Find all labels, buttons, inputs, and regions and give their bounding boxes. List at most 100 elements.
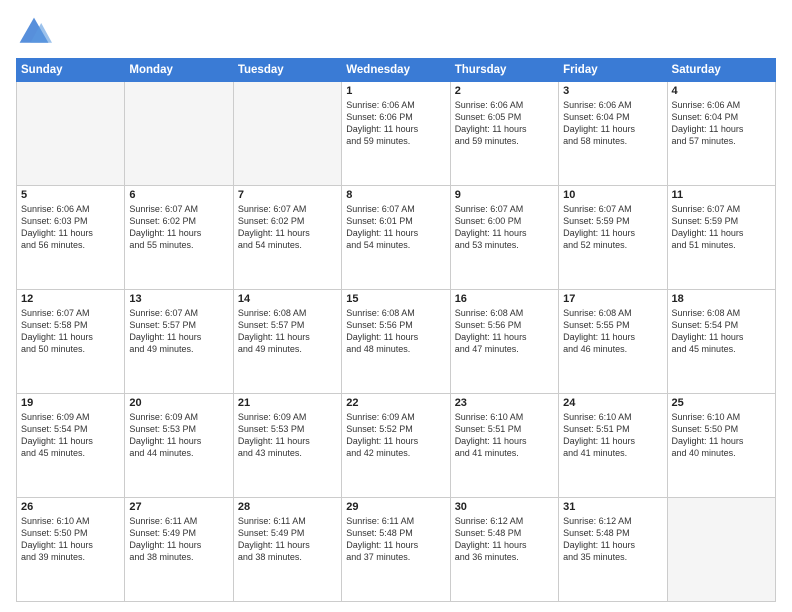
cell-info: Sunrise: 6:06 AM Sunset: 6:06 PM Dayligh… xyxy=(346,99,445,148)
cell-info: Sunrise: 6:06 AM Sunset: 6:03 PM Dayligh… xyxy=(21,203,120,252)
day-number: 16 xyxy=(455,293,554,305)
cell-info: Sunrise: 6:08 AM Sunset: 5:55 PM Dayligh… xyxy=(563,307,662,356)
calendar-cell xyxy=(667,498,775,602)
day-number: 25 xyxy=(672,397,771,409)
cell-info: Sunrise: 6:08 AM Sunset: 5:56 PM Dayligh… xyxy=(455,307,554,356)
cell-info: Sunrise: 6:08 AM Sunset: 5:56 PM Dayligh… xyxy=(346,307,445,356)
calendar-cell: 20 Sunrise: 6:09 AM Sunset: 5:53 PM Dayli… xyxy=(125,394,233,498)
calendar-cell: 10 Sunrise: 6:07 AM Sunset: 5:59 PM Dayli… xyxy=(559,186,667,290)
cell-info: Sunrise: 6:07 AM Sunset: 5:59 PM Dayligh… xyxy=(672,203,771,252)
cell-info: Sunrise: 6:07 AM Sunset: 6:00 PM Dayligh… xyxy=(455,203,554,252)
calendar-table: SundayMondayTuesdayWednesdayThursdayFrid… xyxy=(16,58,776,602)
weekday-header: Monday xyxy=(125,59,233,82)
cell-info: Sunrise: 6:12 AM Sunset: 5:48 PM Dayligh… xyxy=(563,515,662,564)
logo-icon xyxy=(16,14,52,50)
day-number: 11 xyxy=(672,189,771,201)
cell-info: Sunrise: 6:11 AM Sunset: 5:48 PM Dayligh… xyxy=(346,515,445,564)
day-number: 4 xyxy=(672,85,771,97)
day-number: 14 xyxy=(238,293,337,305)
day-number: 20 xyxy=(129,397,228,409)
weekday-header: Friday xyxy=(559,59,667,82)
day-number: 23 xyxy=(455,397,554,409)
day-number: 19 xyxy=(21,397,120,409)
calendar-cell: 5 Sunrise: 6:06 AM Sunset: 6:03 PM Daylig… xyxy=(17,186,125,290)
cell-info: Sunrise: 6:06 AM Sunset: 6:04 PM Dayligh… xyxy=(672,99,771,148)
calendar-cell xyxy=(125,82,233,186)
calendar-cell: 2Sunrise: 6:06 AM Sunset: 6:05 PM Daylig… xyxy=(450,82,558,186)
day-number: 9 xyxy=(455,189,554,201)
calendar-cell: 7Sunrise: 6:07 AM Sunset: 6:02 PM Daylig… xyxy=(233,186,341,290)
calendar-cell: 4 Sunrise: 6:06 AM Sunset: 6:04 PM Daylig… xyxy=(667,82,775,186)
day-number: 10 xyxy=(563,189,662,201)
weekday-header: Saturday xyxy=(667,59,775,82)
cell-info: Sunrise: 6:06 AM Sunset: 6:04 PM Dayligh… xyxy=(563,99,662,148)
calendar-cell: 16 Sunrise: 6:08 AM Sunset: 5:56 PM Dayli… xyxy=(450,290,558,394)
calendar-cell: 28 Sunrise: 6:11 AM Sunset: 5:49 PM Dayli… xyxy=(233,498,341,602)
calendar-cell: 22 Sunrise: 6:09 AM Sunset: 5:52 PM Dayli… xyxy=(342,394,450,498)
calendar-cell: 30Sunrise: 6:12 AM Sunset: 5:48 PM Dayli… xyxy=(450,498,558,602)
cell-info: Sunrise: 6:11 AM Sunset: 5:49 PM Dayligh… xyxy=(129,515,228,564)
calendar-cell: 9 Sunrise: 6:07 AM Sunset: 6:00 PM Daylig… xyxy=(450,186,558,290)
cell-info: Sunrise: 6:07 AM Sunset: 5:58 PM Dayligh… xyxy=(21,307,120,356)
calendar-cell: 14 Sunrise: 6:08 AM Sunset: 5:57 PM Dayli… xyxy=(233,290,341,394)
calendar-week-row: 5 Sunrise: 6:06 AM Sunset: 6:03 PM Daylig… xyxy=(17,186,776,290)
calendar-week-row: 1 Sunrise: 6:06 AM Sunset: 6:06 PM Daylig… xyxy=(17,82,776,186)
calendar-cell: 17 Sunrise: 6:08 AM Sunset: 5:55 PM Dayli… xyxy=(559,290,667,394)
logo xyxy=(16,14,56,50)
weekday-header: Wednesday xyxy=(342,59,450,82)
calendar-cell: 29 Sunrise: 6:11 AM Sunset: 5:48 PM Dayli… xyxy=(342,498,450,602)
calendar-week-row: 26Sunrise: 6:10 AM Sunset: 5:50 PM Dayli… xyxy=(17,498,776,602)
weekday-header: Sunday xyxy=(17,59,125,82)
day-number: 22 xyxy=(346,397,445,409)
cell-info: Sunrise: 6:07 AM Sunset: 5:59 PM Dayligh… xyxy=(563,203,662,252)
cell-info: Sunrise: 6:06 AM Sunset: 6:05 PM Dayligh… xyxy=(455,99,554,148)
day-number: 5 xyxy=(21,189,120,201)
cell-info: Sunrise: 6:09 AM Sunset: 5:53 PM Dayligh… xyxy=(238,411,337,460)
calendar-cell: 26Sunrise: 6:10 AM Sunset: 5:50 PM Dayli… xyxy=(17,498,125,602)
weekday-header: Thursday xyxy=(450,59,558,82)
header xyxy=(16,14,776,50)
calendar-cell: 24Sunrise: 6:10 AM Sunset: 5:51 PM Dayli… xyxy=(559,394,667,498)
calendar-cell: 18 Sunrise: 6:08 AM Sunset: 5:54 PM Dayli… xyxy=(667,290,775,394)
cell-info: Sunrise: 6:09 AM Sunset: 5:52 PM Dayligh… xyxy=(346,411,445,460)
cell-info: Sunrise: 6:10 AM Sunset: 5:51 PM Dayligh… xyxy=(455,411,554,460)
day-number: 12 xyxy=(21,293,120,305)
cell-info: Sunrise: 6:12 AM Sunset: 5:48 PM Dayligh… xyxy=(455,515,554,564)
day-number: 3 xyxy=(563,85,662,97)
calendar-cell: 3 Sunrise: 6:06 AM Sunset: 6:04 PM Daylig… xyxy=(559,82,667,186)
cell-info: Sunrise: 6:08 AM Sunset: 5:57 PM Dayligh… xyxy=(238,307,337,356)
day-number: 27 xyxy=(129,501,228,513)
calendar-cell: 13Sunrise: 6:07 AM Sunset: 5:57 PM Dayli… xyxy=(125,290,233,394)
cell-info: Sunrise: 6:08 AM Sunset: 5:54 PM Dayligh… xyxy=(672,307,771,356)
cell-info: Sunrise: 6:09 AM Sunset: 5:53 PM Dayligh… xyxy=(129,411,228,460)
cell-info: Sunrise: 6:11 AM Sunset: 5:49 PM Dayligh… xyxy=(238,515,337,564)
cell-info: Sunrise: 6:10 AM Sunset: 5:50 PM Dayligh… xyxy=(21,515,120,564)
page: SundayMondayTuesdayWednesdayThursdayFrid… xyxy=(0,0,792,612)
calendar-week-row: 12 Sunrise: 6:07 AM Sunset: 5:58 PM Dayli… xyxy=(17,290,776,394)
day-number: 31 xyxy=(563,501,662,513)
day-number: 24 xyxy=(563,397,662,409)
day-number: 21 xyxy=(238,397,337,409)
day-number: 8 xyxy=(346,189,445,201)
calendar-cell xyxy=(233,82,341,186)
calendar-cell: 23 Sunrise: 6:10 AM Sunset: 5:51 PM Dayli… xyxy=(450,394,558,498)
calendar-cell: 27 Sunrise: 6:11 AM Sunset: 5:49 PM Dayli… xyxy=(125,498,233,602)
day-number: 18 xyxy=(672,293,771,305)
calendar-cell: 1 Sunrise: 6:06 AM Sunset: 6:06 PM Daylig… xyxy=(342,82,450,186)
calendar-cell: 31 Sunrise: 6:12 AM Sunset: 5:48 PM Dayli… xyxy=(559,498,667,602)
day-number: 6 xyxy=(129,189,228,201)
day-number: 29 xyxy=(346,501,445,513)
calendar-cell: 6 Sunrise: 6:07 AM Sunset: 6:02 PM Daylig… xyxy=(125,186,233,290)
calendar-cell: 25Sunrise: 6:10 AM Sunset: 5:50 PM Dayli… xyxy=(667,394,775,498)
calendar-cell: 8Sunrise: 6:07 AM Sunset: 6:01 PM Daylig… xyxy=(342,186,450,290)
calendar-week-row: 19 Sunrise: 6:09 AM Sunset: 5:54 PM Dayli… xyxy=(17,394,776,498)
calendar-cell xyxy=(17,82,125,186)
day-number: 28 xyxy=(238,501,337,513)
calendar-cell: 12 Sunrise: 6:07 AM Sunset: 5:58 PM Dayli… xyxy=(17,290,125,394)
day-number: 17 xyxy=(563,293,662,305)
day-number: 1 xyxy=(346,85,445,97)
cell-info: Sunrise: 6:07 AM Sunset: 6:02 PM Dayligh… xyxy=(129,203,228,252)
cell-info: Sunrise: 6:07 AM Sunset: 6:02 PM Dayligh… xyxy=(238,203,337,252)
calendar-header-row: SundayMondayTuesdayWednesdayThursdayFrid… xyxy=(17,59,776,82)
cell-info: Sunrise: 6:09 AM Sunset: 5:54 PM Dayligh… xyxy=(21,411,120,460)
